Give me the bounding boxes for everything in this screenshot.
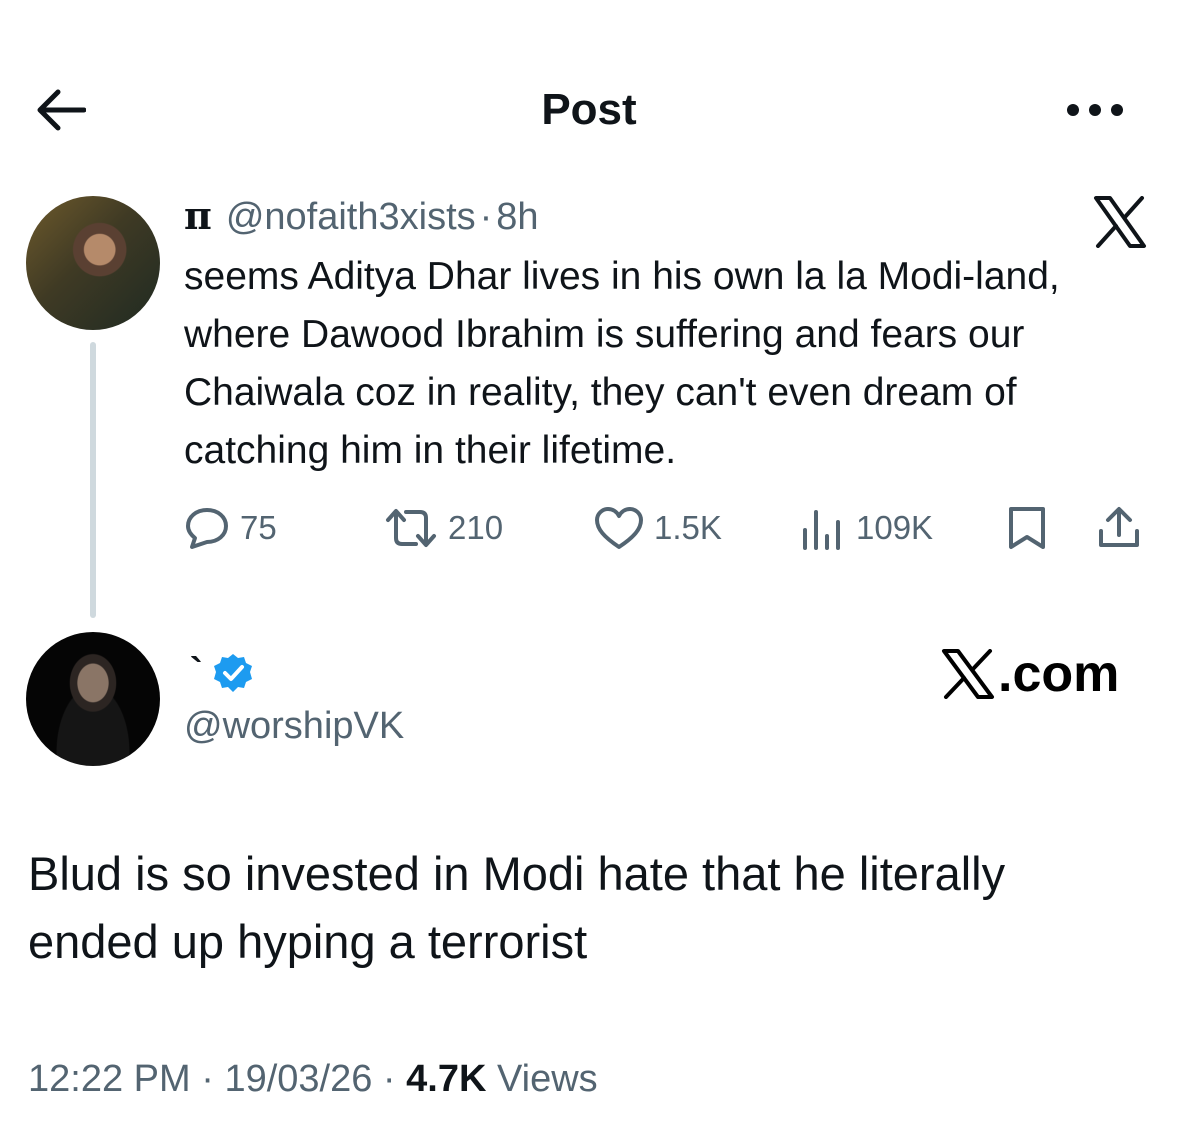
like-button[interactable]: 1.5K	[594, 500, 722, 556]
repost-count: 210	[448, 509, 504, 546]
share-button[interactable]	[1096, 500, 1142, 556]
more-dots-icon	[1067, 104, 1123, 116]
like-count: 1.5K	[654, 509, 722, 546]
x-logo-icon	[942, 649, 994, 699]
verified-badge-icon	[214, 654, 252, 692]
page-title: Post	[541, 85, 637, 134]
repost-icon	[386, 509, 436, 547]
views-label: Views	[496, 1058, 598, 1100]
repost-button[interactable]: 210	[384, 500, 503, 556]
tweet-text: seems Aditya Dhar lives in his own la la…	[184, 255, 1060, 472]
bookmark-icon	[1009, 507, 1045, 549]
separator-dot: ·	[201, 1058, 214, 1100]
thread-line	[90, 342, 96, 618]
share-icon	[1099, 507, 1139, 547]
more-button[interactable]	[1060, 90, 1130, 130]
arrow-left-icon	[37, 89, 86, 131]
tweet-meta: 12:22 PM · 19/03/26 · 4.7K Views	[28, 1054, 598, 1104]
tweet-header: π @nofaith3xists · 8h	[184, 192, 539, 241]
tweet-time[interactable]: 8h	[496, 196, 538, 238]
tweet-time[interactable]: 12:22 PM	[28, 1058, 191, 1100]
tweet-text: Blud is so invested in Modi hate that he…	[28, 847, 1006, 968]
separator-dot: ·	[382, 1058, 396, 1100]
back-button[interactable]	[30, 82, 90, 138]
display-name[interactable]: π	[184, 193, 212, 238]
watermark-label: .com	[998, 645, 1120, 703]
avatar[interactable]	[26, 196, 160, 330]
tweet-actions: 75 210 1.5K 109K	[184, 500, 1154, 556]
avatar[interactable]	[26, 632, 160, 766]
separator-dot: ·	[479, 196, 493, 238]
bookmark-button[interactable]	[1006, 500, 1048, 556]
x-logo-icon	[1094, 196, 1146, 248]
analytics-icon	[803, 510, 840, 550]
reply-count: 75	[240, 509, 277, 546]
views-count: 4.7K	[406, 1058, 487, 1100]
tweet-date[interactable]: 19/03/26	[224, 1058, 372, 1100]
view-count: 109K	[856, 509, 934, 546]
user-handle[interactable]: @worshipVK	[184, 702, 404, 750]
user-handle[interactable]: @nofaith3xists	[226, 196, 476, 238]
reply-button[interactable]: 75	[184, 500, 277, 556]
display-name[interactable]: `	[190, 648, 203, 696]
views-button[interactable]: 109K	[800, 500, 933, 556]
x-com-watermark: .com	[940, 644, 1119, 704]
reply-icon	[186, 508, 228, 549]
heart-icon	[595, 507, 643, 549]
